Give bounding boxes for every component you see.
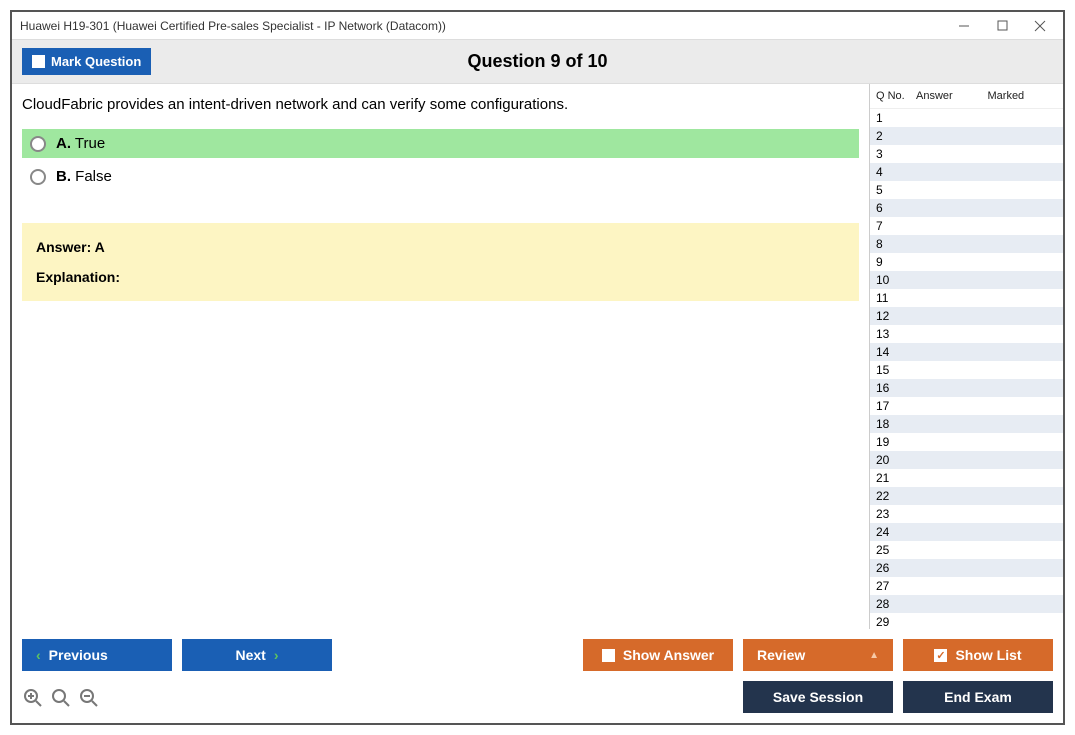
chevron-left-icon: ‹ [36,647,41,663]
show-list-label: Show List [955,647,1021,663]
checkbox-checked-icon: ✓ [934,649,947,662]
question-list-row[interactable]: 10 [870,271,1063,289]
window-title: Huawei H19-301 (Huawei Certified Pre-sal… [20,19,957,33]
question-list-row[interactable]: 12 [870,307,1063,325]
question-list-row[interactable]: 28 [870,595,1063,613]
save-session-label: Save Session [773,689,863,705]
mark-question-button[interactable]: Mark Question [22,48,151,75]
show-list-button[interactable]: ✓ Show List [903,639,1053,671]
zoom-in-icon[interactable] [22,687,44,709]
end-exam-label: End Exam [944,689,1012,705]
mark-question-label: Mark Question [51,54,141,69]
radio-icon [30,136,46,152]
save-session-button[interactable]: Save Session [743,681,893,713]
maximize-icon[interactable] [995,19,1009,33]
question-list-row[interactable]: 19 [870,433,1063,451]
next-label: Next [235,647,265,663]
question-list-row[interactable]: 16 [870,379,1063,397]
option-row[interactable]: A. True [22,129,859,158]
question-list-row[interactable]: 14 [870,343,1063,361]
question-list-row[interactable]: 29 [870,613,1063,629]
review-button[interactable]: Review ▲ [743,639,893,671]
zoom-controls [22,687,100,709]
window-controls [957,19,1055,33]
checkbox-icon [602,649,615,662]
next-button[interactable]: Next › [182,639,332,671]
question-list-row[interactable]: 20 [870,451,1063,469]
footer: ‹ Previous Next › Show Answer Review ▲ ✓… [12,629,1063,723]
question-list-row[interactable]: 24 [870,523,1063,541]
question-text: CloudFabric provides an intent-driven ne… [22,96,859,113]
footer-row-2: Save Session End Exam [22,681,1053,713]
answer-box: Answer: A Explanation: [22,223,859,301]
close-icon[interactable] [1033,19,1047,33]
zoom-out-icon[interactable] [78,687,100,709]
app-window: Huawei H19-301 (Huawei Certified Pre-sal… [10,10,1065,725]
header-marked: Marked [988,90,1060,102]
question-list-row[interactable]: 23 [870,505,1063,523]
question-list-row[interactable]: 9 [870,253,1063,271]
question-list-row[interactable]: 18 [870,415,1063,433]
header-qno: Q No. [876,90,916,102]
answer-label: Answer: A [36,239,845,255]
question-list-row[interactable]: 3 [870,145,1063,163]
question-list-row[interactable]: 11 [870,289,1063,307]
explanation-label: Explanation: [36,269,845,285]
question-list-row[interactable]: 27 [870,577,1063,595]
question-list-row[interactable]: 21 [870,469,1063,487]
footer-row-1: ‹ Previous Next › Show Answer Review ▲ ✓… [22,639,1053,671]
question-list-row[interactable]: 22 [870,487,1063,505]
previous-label: Previous [49,647,108,663]
options-list: A. True B. False [22,129,859,195]
question-list-row[interactable]: 1 [870,109,1063,127]
minimize-icon[interactable] [957,19,971,33]
header-answer: Answer [916,90,988,102]
review-label: Review [757,647,805,663]
dropdown-arrow-icon: ▲ [869,650,879,661]
question-list-row[interactable]: 13 [870,325,1063,343]
question-list-row[interactable]: 4 [870,163,1063,181]
option-label: B. False [56,168,112,185]
question-counter: Question 9 of 10 [12,51,1063,72]
question-list-row[interactable]: 15 [870,361,1063,379]
question-list-row[interactable]: 17 [870,397,1063,415]
end-exam-button[interactable]: End Exam [903,681,1053,713]
chevron-right-icon: › [274,647,279,663]
show-answer-label: Show Answer [623,647,714,663]
main-area: CloudFabric provides an intent-driven ne… [12,84,1063,629]
question-list-header: Q No. Answer Marked [870,84,1063,109]
question-list-row[interactable]: 2 [870,127,1063,145]
option-label: A. True [56,135,105,152]
question-list-row[interactable]: 6 [870,199,1063,217]
header: Mark Question Question 9 of 10 [12,40,1063,84]
question-list-row[interactable]: 5 [870,181,1063,199]
previous-button[interactable]: ‹ Previous [22,639,172,671]
question-list-row[interactable]: 26 [870,559,1063,577]
content-pane: CloudFabric provides an intent-driven ne… [12,84,869,629]
question-list-panel: Q No. Answer Marked 12345678910111213141… [869,84,1063,629]
titlebar: Huawei H19-301 (Huawei Certified Pre-sal… [12,12,1063,40]
show-answer-button[interactable]: Show Answer [583,639,733,671]
question-list-row[interactable]: 25 [870,541,1063,559]
option-row[interactable]: B. False [22,162,859,191]
radio-icon [30,169,46,185]
checkbox-icon [32,55,45,68]
zoom-reset-icon[interactable] [50,687,72,709]
question-list[interactable]: 1234567891011121314151617181920212223242… [870,109,1063,629]
question-list-row[interactable]: 8 [870,235,1063,253]
question-list-row[interactable]: 7 [870,217,1063,235]
